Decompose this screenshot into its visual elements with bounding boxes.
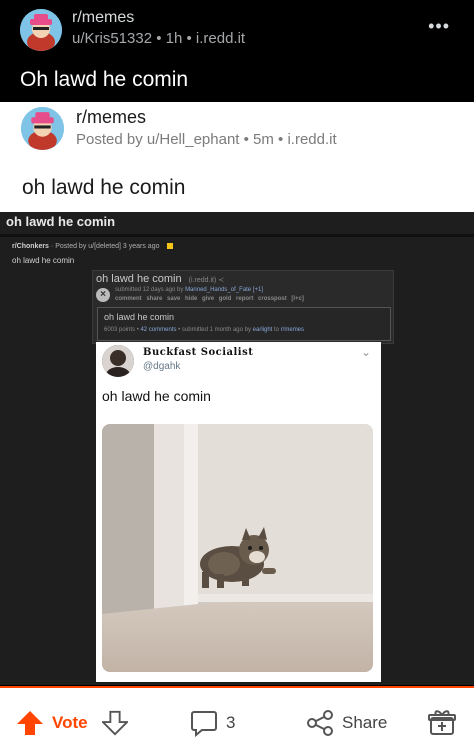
tweet-handle: @dgahk [143,361,181,372]
submitted-text: submitted 12 days ago by [115,287,184,293]
old-reddit-actions: comment share save hide give gold report… [115,296,304,302]
submitted-text: • submitted 1 month ago by [178,327,251,333]
upvote-icon[interactable] [16,710,44,741]
dark-post-subtitle: oh lawd he comin [12,256,75,265]
old-reddit-title-text: oh lawd he comin [96,273,182,285]
subreddit-link: r/memes [280,327,305,333]
post-title: Oh lawd he comin [20,68,189,91]
comment-icon[interactable] [190,709,218,742]
screenshot-post-meta: Posted by u/Hell_ephant • 5m • i.redd.it [76,131,337,148]
comments-link: 42 comments [140,327,177,333]
divider [0,234,474,237]
to-text: to [274,327,280,333]
old-reddit-inner-post: oh lawd he comin 6003 points • 42 commen… [97,307,391,341]
flair-tag: [+1] [252,287,263,293]
award-gift-icon[interactable] [428,708,456,741]
inner-post-meta: 6003 points • 42 comments • submitted 1 … [104,327,304,333]
user-link: earlight [252,327,273,333]
screenshot-subreddit-avatar [21,107,64,150]
post-header: r/memes u/Kris51332 • 1h • i.redd.it •••… [0,0,474,102]
comment-count: 3 [226,713,236,732]
screenshot-post-title: oh lawd he comin [22,176,186,199]
close-icon: × [96,288,110,302]
inner-post-title: oh lawd he comin [104,312,175,322]
chevron-down-icon: ⌄ [360,345,371,359]
award-icon [167,243,174,250]
dark-post-meta-text: · Posted by u/[deleted] 3 years ago [50,243,160,250]
screenshot-dark-post: oh lawd he comin r/Chonkers · Posted by … [0,212,474,685]
old-reddit-submitted: submitted 12 days ago by Manned_Hands_of… [115,287,263,293]
tweet-display-name: Buckfast Socialist [143,347,254,358]
screenshot-light-post: r/memes Posted by u/Hell_ephant • 5m • i… [0,102,474,212]
more-options-icon[interactable]: ••• [428,16,450,37]
submitter-link: Manned_Hands_of_Fate [185,287,252,293]
tweet-card: Buckfast Socialist @dgahk ⌄ oh lawd he c… [96,342,381,682]
dark-subreddit-name: r/Chonkers [12,243,49,250]
dark-post-title: oh lawd he comin [6,214,116,229]
old-reddit-screenshot: oh lawd he comin (i.redd.it) ≺ × submitt… [92,270,394,344]
subreddit-name[interactable]: r/memes [72,9,134,27]
tweet-avatar [102,345,134,377]
share-label: Share [342,713,388,732]
vote-label: Vote [52,713,88,732]
downvote-icon[interactable] [100,710,130,741]
points-text: 6003 points • [104,327,139,333]
dark-post-meta: r/Chonkers · Posted by u/[deleted] 3 yea… [12,243,174,250]
post-meta: u/Kris51332 • 1h • i.redd.it [72,30,246,47]
cat-photo [102,424,373,672]
old-reddit-domain: (i.redd.it) ≺ [188,277,225,284]
tweet-text: oh lawd he comin [102,388,211,404]
screenshot-subreddit-name: r/memes [76,107,147,127]
share-icon[interactable] [306,709,334,742]
subreddit-avatar[interactable] [20,9,62,51]
old-reddit-title: oh lawd he comin (i.redd.it) ≺ [96,273,224,285]
post-action-bar: Vote 3 Share [0,686,474,744]
